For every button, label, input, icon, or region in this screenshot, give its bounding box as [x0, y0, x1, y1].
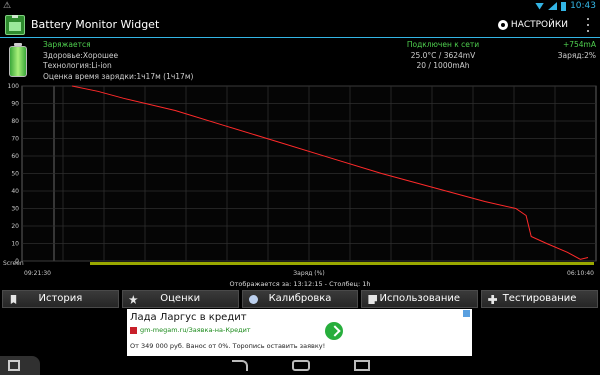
estimates-label: Оценки	[160, 293, 201, 304]
gear-icon	[497, 20, 508, 30]
back-icon[interactable]	[232, 360, 248, 371]
overflow-menu-button[interactable]	[584, 18, 592, 32]
usage-label: Использование	[379, 293, 461, 304]
warning-icon: ⚠	[3, 1, 12, 11]
ad-go-button[interactable]	[325, 322, 343, 340]
chart-svg: 0102030405060708090100Screen09:21:30 06:1…	[3, 83, 597, 277]
y-tick-label: 10	[11, 241, 19, 248]
testing-button[interactable]: Тестирование	[481, 290, 598, 308]
app-battery-icon	[5, 15, 25, 35]
y-tick-label: 100	[8, 83, 20, 90]
health: Здоровье:Хорошее	[43, 50, 119, 60]
y-tick-label: 90	[11, 101, 19, 108]
ad-favicon-icon	[130, 327, 137, 334]
action-bar: Battery Monitor Widget НАСТРОЙКИ	[0, 12, 600, 38]
technology: Технология:Li-ion	[43, 61, 112, 70]
status-icons: 10:43	[535, 0, 596, 12]
usage-button[interactable]: Использование	[361, 290, 479, 308]
y-tick-label: 40	[11, 188, 19, 195]
battery-info-panel: Заряжается Здоровье:Хорошее Технология:L…	[0, 39, 600, 81]
signal-icon	[548, 2, 558, 10]
estimates-button[interactable]: Оценки	[121, 290, 239, 308]
calibration-button[interactable]: Калибровка	[241, 290, 359, 308]
test-icon	[488, 295, 498, 304]
capacity: 20 / 1000mAh	[416, 61, 470, 70]
fullscreen-toggle[interactable]	[0, 356, 40, 375]
charge-level: Заряд:2%	[557, 50, 596, 60]
history-button[interactable]: История	[2, 290, 119, 308]
y-tick-label: 30	[11, 206, 19, 213]
recent-apps-icon[interactable]	[354, 360, 370, 371]
battery-details: Заряжается Здоровье:Хорошее Технология:L…	[43, 40, 193, 82]
usage-icon	[368, 295, 378, 304]
ad-text: От 349 000 руб. Ванос от 0%. Торопись ос…	[130, 342, 326, 350]
battery-status-icon	[561, 1, 567, 11]
screen-label: Screen	[3, 260, 24, 267]
connection-status: Подключен к сети	[406, 40, 480, 49]
power-details: Подключен к сети 25.0°C / 3624mV 20 / 10…	[398, 40, 488, 72]
settings-button[interactable]: НАСТРОЙКИ	[497, 18, 568, 32]
battery-level-icon	[9, 43, 27, 77]
testing-label: Тестирование	[502, 293, 577, 304]
charge-details: +754mA Заряд:2%	[558, 40, 596, 61]
battery-chart[interactable]: 0 10 20 30 40 50 60 70 80 90 100 Screen 09:21:30 06:1…	[0, 81, 600, 288]
y-tick-label: 60	[11, 153, 19, 160]
screen-on-band	[90, 262, 594, 265]
tab-buttons: История Оценки Калибровка Использование …	[0, 290, 600, 309]
current: +754mA	[562, 40, 596, 49]
star-icon	[128, 295, 138, 304]
x-axis-label: Заряд (%)	[293, 270, 324, 277]
ad-title[interactable]: Лада Ларгус в кредит	[130, 311, 247, 324]
navigation-bar	[0, 356, 600, 375]
temperature-voltage: 25.0°C / 3624mV	[410, 50, 476, 60]
y-tick-label: 50	[11, 171, 19, 178]
wifi-icon	[535, 2, 545, 10]
y-tick-label: 80	[11, 118, 19, 125]
y-tick-label: 70	[11, 136, 19, 143]
bookmark-icon	[10, 295, 17, 304]
home-icon[interactable]	[292, 360, 310, 371]
x-start-label: 09:21:30	[24, 270, 51, 277]
y-tick-label: 20	[11, 223, 19, 230]
x-end-label: 06:10:40	[567, 270, 594, 277]
ad-banner[interactable]: Лада Ларгус в кредит gm-megam.ru/Заявка-…	[127, 309, 472, 356]
settings-label: НАСТРОЙКИ	[510, 20, 568, 30]
calibration-icon	[248, 295, 258, 304]
status-bar: ⚠ 10:43	[0, 0, 600, 12]
ad-info-icon[interactable]	[463, 310, 470, 317]
fullscreen-icon	[8, 360, 20, 371]
charging-status: Заряжается	[43, 40, 91, 49]
chart-caption: Отображается за: 13:12:15 - Столбец: 1h	[229, 280, 371, 288]
app-title: Battery Monitor Widget	[31, 18, 160, 31]
history-label: История	[38, 293, 83, 304]
ad-url[interactable]: gm-megam.ru/Заявка-на-Кредит	[140, 326, 251, 335]
clock: 10:43	[570, 1, 596, 11]
calibration-label: Калибровка	[268, 293, 332, 304]
